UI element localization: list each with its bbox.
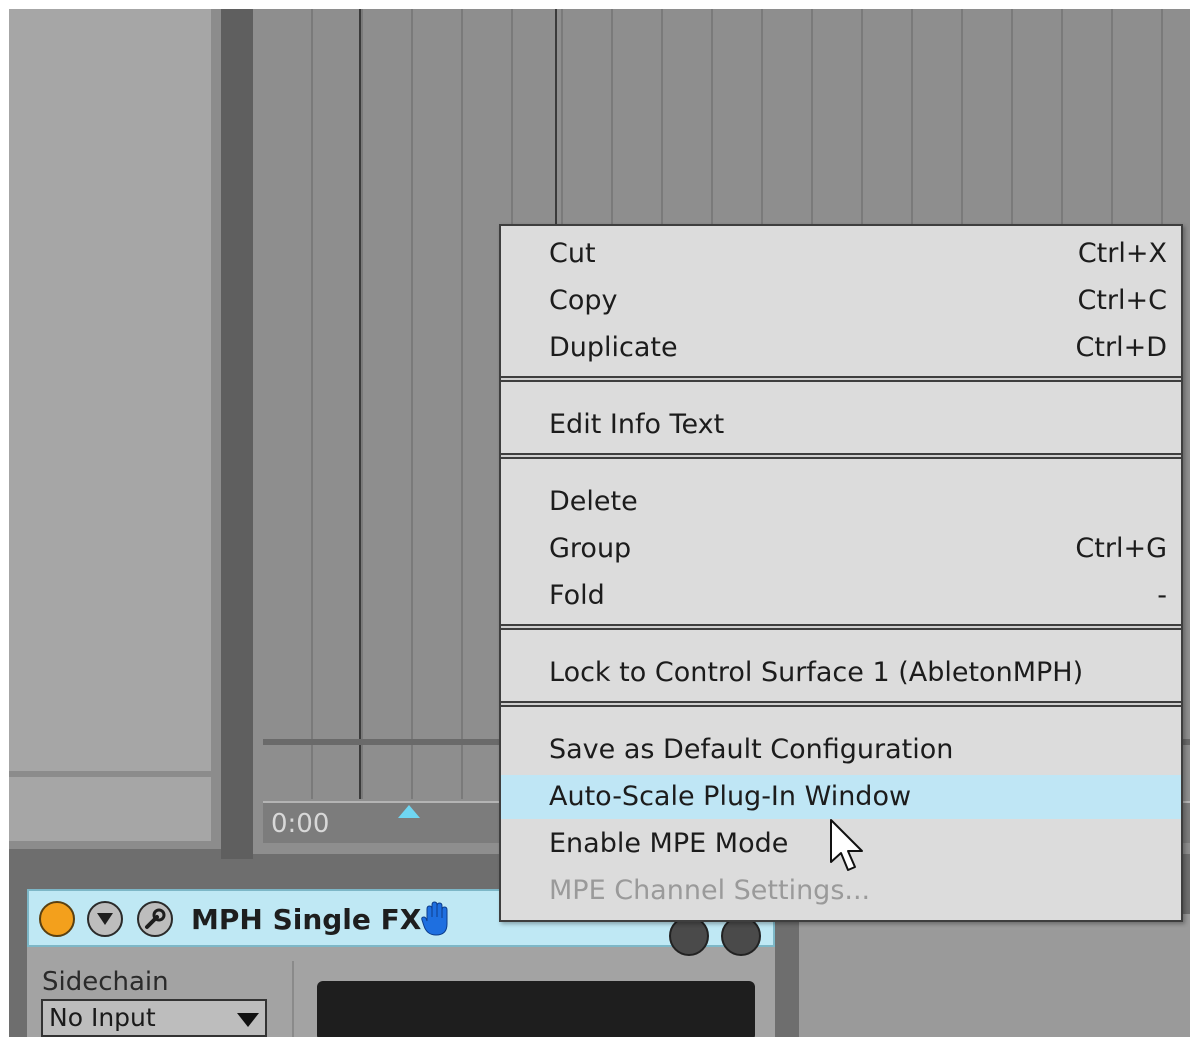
hand-icon [421, 901, 451, 941]
menu-item-label: Save as Default Configuration [549, 734, 954, 765]
browser-panel [9, 9, 221, 849]
menu-item-label: Enable MPE Mode [549, 828, 789, 859]
wrench-icon[interactable] [137, 901, 173, 937]
bar-line [359, 9, 361, 799]
menu-item-label: Delete [549, 486, 638, 517]
menu-separator [501, 701, 1181, 707]
chevron-down-icon [237, 1013, 259, 1027]
menu-item-delete[interactable]: Delete [501, 480, 1181, 524]
menu-item-label: Lock to Control Surface 1 (AbletonMPH) [549, 657, 1084, 688]
menu-item-edit-info-text[interactable]: Edit Info Text [501, 403, 1181, 447]
menu-separator [501, 624, 1181, 630]
bar-line [555, 9, 557, 239]
menu-item-shortcut: Ctrl+C [1077, 285, 1167, 316]
menu-separator [501, 376, 1181, 382]
menu-item-label: Group [549, 533, 632, 564]
power-button-icon[interactable] [39, 901, 75, 937]
menu-item-copy[interactable]: Copy Ctrl+C [501, 279, 1181, 323]
detail-area [799, 914, 1190, 1037]
menu-item-label: Duplicate [549, 332, 678, 363]
menu-item-auto-scale-plug-in-window[interactable]: Auto-Scale Plug-In Window [501, 775, 1181, 819]
select-value: No Input [49, 1003, 156, 1032]
menu-item-label: MPE Channel Settings... [549, 875, 871, 906]
menu-item-shortcut: Ctrl+D [1075, 332, 1167, 363]
browser-footer [9, 777, 211, 841]
menu-item-fold[interactable]: Fold - [501, 574, 1181, 618]
menu-separator [501, 453, 1181, 459]
mouse-pointer-icon [829, 818, 869, 884]
menu-item-shortcut: Ctrl+G [1075, 533, 1167, 564]
device-option-icon[interactable] [721, 916, 761, 956]
menu-item-save-as-default-configuration[interactable]: Save as Default Configuration [501, 728, 1181, 772]
menu-item-duplicate[interactable]: Duplicate Ctrl+D [501, 326, 1181, 370]
menu-item-label: Auto-Scale Plug-In Window [549, 781, 912, 812]
playhead-marker-icon[interactable] [398, 805, 420, 818]
device-name: MPH Single FX [191, 903, 422, 936]
browser-content [9, 9, 211, 771]
menu-item-shortcut: - [1157, 580, 1167, 611]
panel-gutter [221, 9, 253, 859]
menu-item-label: Fold [549, 580, 605, 611]
menu-item-lock-to-control-surface-1-abletonmph[interactable]: Lock to Control Surface 1 (AbletonMPH) [501, 651, 1181, 695]
menu-item-label: Cut [549, 238, 596, 269]
device-divider [292, 961, 294, 1037]
menu-item-label: Edit Info Text [549, 409, 725, 440]
plugin-display [317, 981, 755, 1037]
device-option-icon[interactable] [669, 916, 709, 956]
fold-triangle-icon[interactable] [87, 901, 123, 937]
menu-item-group[interactable]: Group Ctrl+G [501, 527, 1181, 571]
sidechain-input-select[interactable]: No Input [41, 999, 267, 1037]
timecode-label: 0:00 [271, 809, 330, 839]
menu-item-label: Copy [549, 285, 618, 316]
menu-item-shortcut: Ctrl+X [1077, 238, 1167, 269]
menu-item-cut[interactable]: Cut Ctrl+X [501, 232, 1181, 276]
sidechain-label: Sidechain [42, 967, 169, 997]
